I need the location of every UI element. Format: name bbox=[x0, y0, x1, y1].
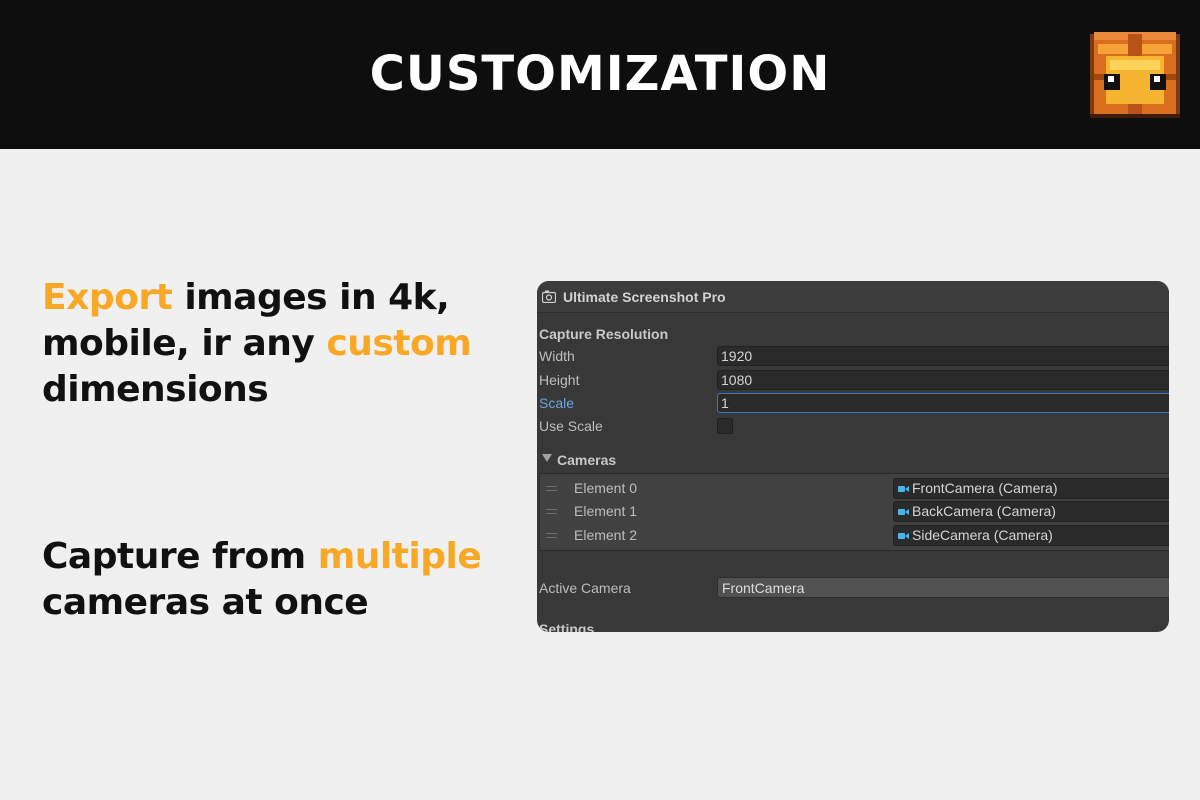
element-label: Element 0 bbox=[574, 480, 638, 496]
feature-capture-text: Capture from multiple cameras at once bbox=[42, 534, 512, 626]
use-scale-label: Use Scale bbox=[539, 418, 603, 434]
feature-capture-accent-multiple: multiple bbox=[317, 536, 482, 577]
list-item[interactable]: Element 2 SideCamera (Camera) bbox=[540, 524, 1169, 547]
cameras-foldout-arrow-icon[interactable] bbox=[542, 454, 552, 462]
drag-handle-icon[interactable] bbox=[546, 533, 557, 538]
height-field[interactable]: 1080 bbox=[717, 370, 1169, 390]
list-item[interactable]: Element 0 FrontCamera (Camera) bbox=[540, 477, 1169, 500]
drag-handle-icon[interactable] bbox=[546, 486, 557, 491]
component-icon bbox=[542, 290, 556, 303]
width-field[interactable]: 1920 bbox=[717, 346, 1169, 366]
use-scale-checkbox[interactable] bbox=[717, 418, 733, 434]
camera-object-value: BackCamera (Camera) bbox=[912, 503, 1056, 519]
active-camera-dropdown[interactable]: FrontCamera bbox=[717, 577, 1169, 598]
scale-label: Scale bbox=[539, 395, 575, 411]
camera-object-value: SideCamera (Camera) bbox=[912, 527, 1053, 543]
feature-export-text-part2: dimensions bbox=[42, 369, 269, 410]
feature-export-text: Export images in 4k, mobile, ir any cust… bbox=[42, 275, 482, 413]
camera-icon bbox=[898, 509, 909, 515]
drag-handle-icon[interactable] bbox=[546, 509, 557, 514]
feature-capture-text-part2: cameras at once bbox=[42, 582, 369, 623]
page-title: CUSTOMIZATION bbox=[369, 46, 831, 102]
capture-resolution-section-label: Capture Resolution bbox=[539, 326, 669, 342]
camera-icon bbox=[898, 533, 909, 539]
feature-export-accent-custom: custom bbox=[326, 323, 472, 364]
camera-object-value: FrontCamera (Camera) bbox=[912, 480, 1058, 496]
list-item[interactable]: Element 1 BackCamera (Camera) bbox=[540, 500, 1169, 523]
width-label: Width bbox=[539, 348, 575, 364]
camera-object-field[interactable]: SideCamera (Camera) bbox=[893, 525, 1169, 546]
inspector-title: Ultimate Screenshot Pro bbox=[563, 289, 726, 305]
settings-section-label[interactable]: Settings bbox=[539, 621, 594, 632]
active-camera-label: Active Camera bbox=[539, 580, 631, 596]
scale-field[interactable]: 1 bbox=[717, 393, 1169, 413]
camera-icon bbox=[898, 486, 909, 492]
pixel-treasure-chest-icon bbox=[1090, 32, 1180, 118]
element-label: Element 2 bbox=[574, 527, 638, 543]
element-label: Element 1 bbox=[574, 503, 638, 519]
camera-object-field[interactable]: FrontCamera (Camera) bbox=[893, 478, 1169, 499]
camera-object-field[interactable]: BackCamera (Camera) bbox=[893, 501, 1169, 522]
feature-capture-text-part1: Capture from bbox=[42, 536, 318, 577]
feature-export-accent-export: Export bbox=[42, 277, 173, 318]
inspector-panel: Ultimate Screenshot Pro Capture Resoluti… bbox=[537, 281, 1169, 632]
cameras-list: Element 0 FrontCamera (Camera) Element 1… bbox=[539, 473, 1169, 551]
cameras-section-label[interactable]: Cameras bbox=[557, 452, 616, 468]
header-band: CUSTOMIZATION bbox=[0, 0, 1200, 149]
height-label: Height bbox=[539, 372, 580, 388]
inspector-header[interactable]: Ultimate Screenshot Pro bbox=[537, 281, 1169, 313]
